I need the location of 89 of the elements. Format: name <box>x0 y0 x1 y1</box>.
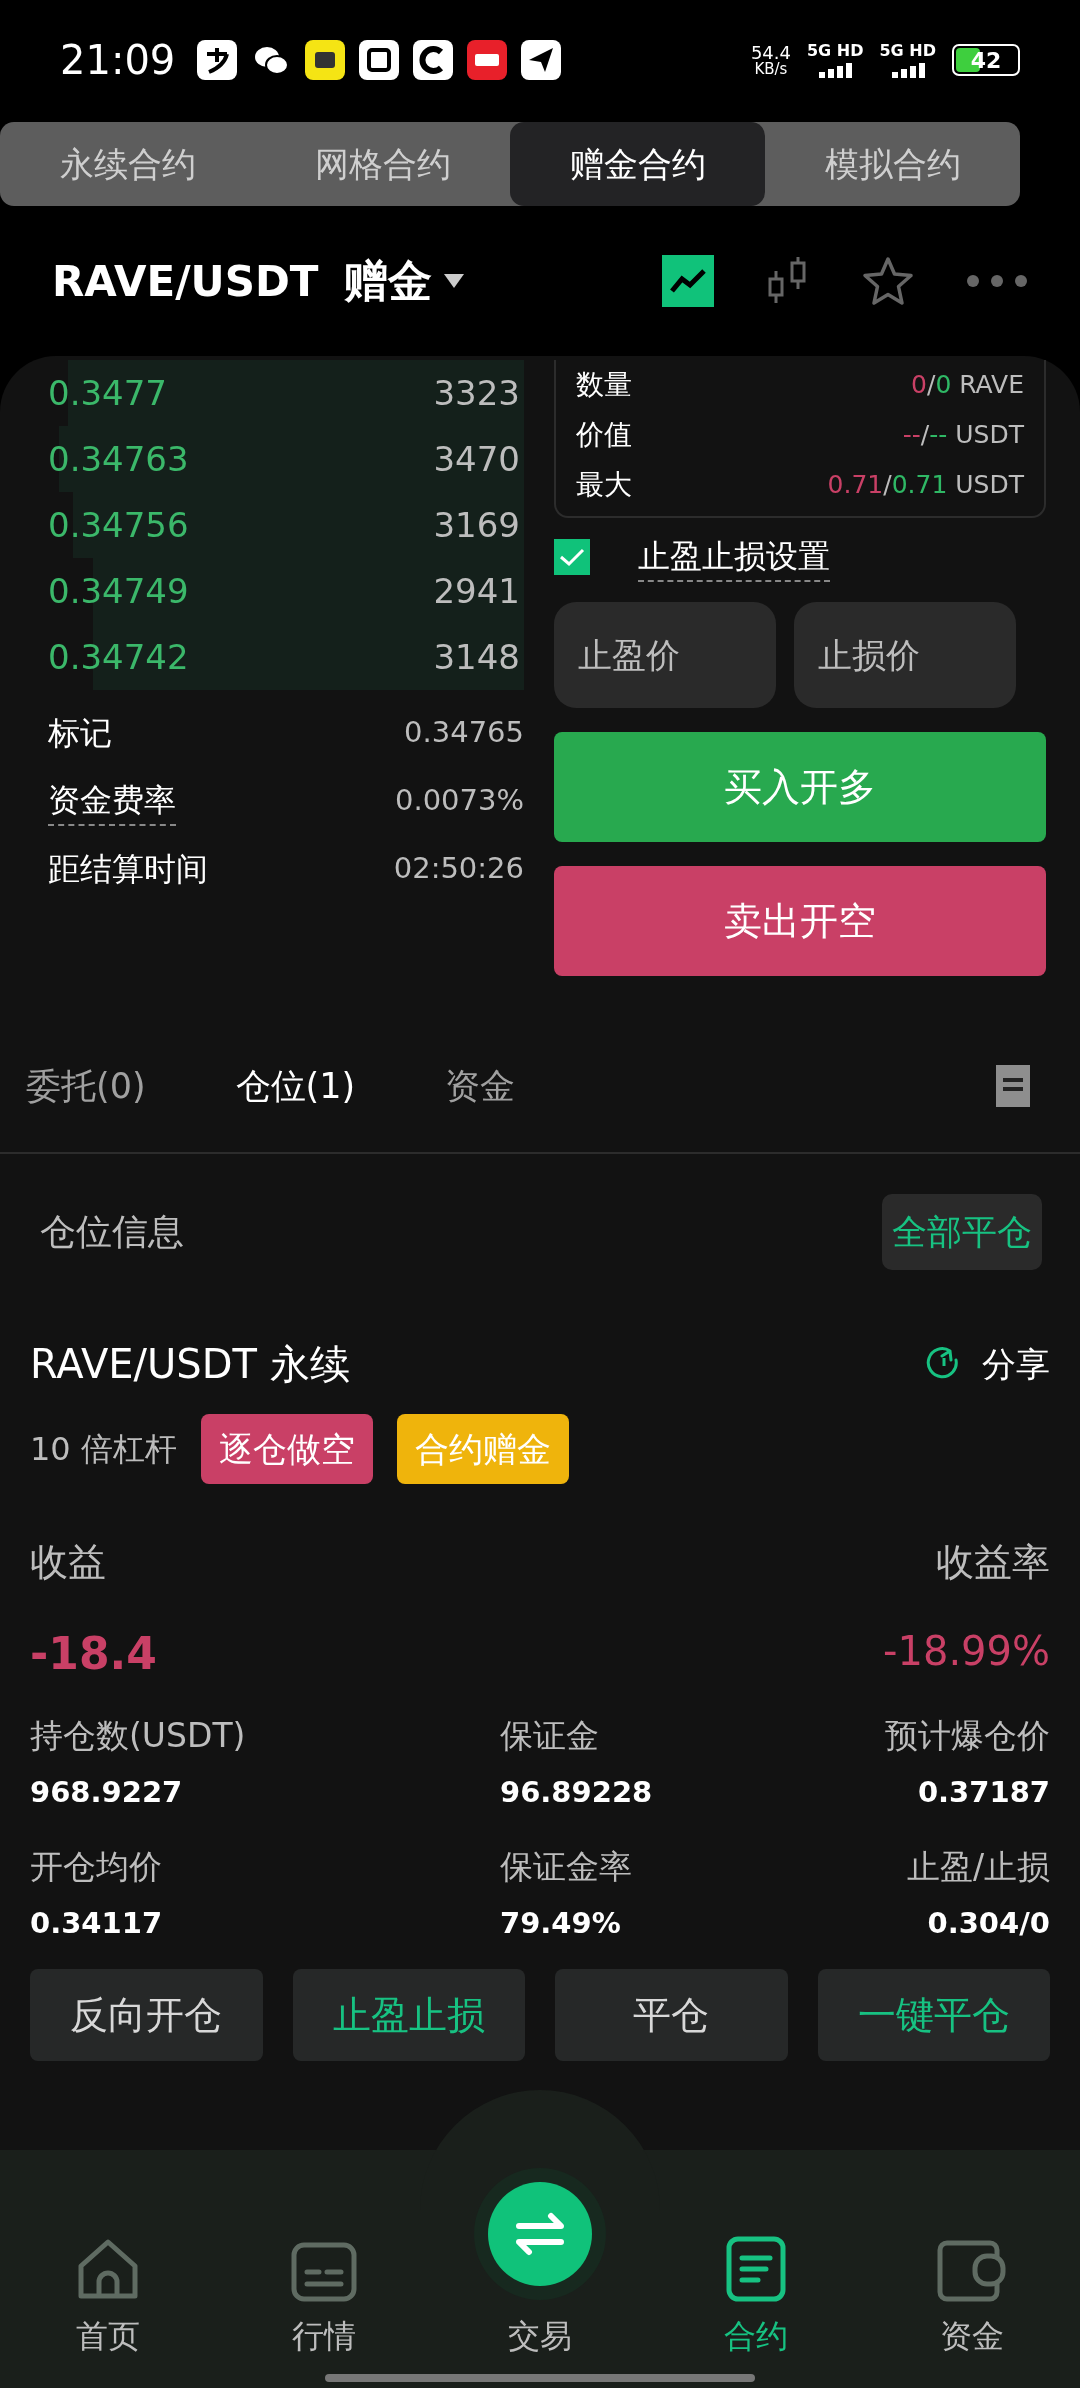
summary-label: 价值 <box>576 417 632 453</box>
position-action-button[interactable]: 反向开仓 <box>30 1969 263 2061</box>
bid-price: 0.34749 <box>47 569 189 613</box>
sell-short-button[interactable]: 卖出开空 <box>554 866 1046 976</box>
network-type: 5G HD <box>806 42 864 59</box>
document-icon[interactable] <box>996 1065 1030 1107</box>
position-action-button[interactable]: 平仓 <box>555 1969 788 2061</box>
stat-value: 968.9227 <box>30 1773 183 1811</box>
leverage-label: 10 倍杠杆 <box>30 1429 177 1470</box>
store-app-icon <box>359 40 400 80</box>
bid-price: 0.3477 <box>47 371 167 415</box>
payment-app-icon <box>197 40 238 80</box>
stat-label: 预计爆仓价 <box>885 1715 1050 1757</box>
nav-tab[interactable]: 首页 <box>76 2312 140 2360</box>
clock: 21:09 <box>60 36 176 85</box>
info-value: 0.34765 <box>404 714 524 752</box>
info-label: 标记 <box>48 713 112 754</box>
summary-value: 0/0 RAVE <box>911 369 1024 402</box>
network-speed: 54.4 <box>750 43 791 62</box>
position-action-button[interactable]: 止盈止损 <box>292 1969 525 2061</box>
finance-app-icon <box>413 40 454 80</box>
tpsl-label: 止盈止损设置 <box>638 532 830 582</box>
pnl-label: 收益 <box>30 1539 106 1586</box>
summary-label: 数量 <box>576 367 632 403</box>
send-app-icon <box>521 40 562 80</box>
sneaker-app-icon <box>467 40 508 80</box>
stat-value: 96.89228 <box>500 1773 653 1811</box>
info-value: 02:50:26 <box>393 850 524 888</box>
summary-value: 0.71/0.71 USDT <box>827 469 1024 502</box>
stop-loss-field[interactable]: 止损价 <box>794 602 1016 708</box>
position-tag: 逐仓做空 <box>200 1414 373 1484</box>
checkbox[interactable] <box>554 539 590 575</box>
take-profit-field[interactable]: 止盈价 <box>554 602 776 708</box>
close-all-button[interactable]: 全部平仓 <box>882 1194 1042 1270</box>
swap-icon <box>513 2212 567 2256</box>
stat-value: 79.49% <box>500 1904 621 1942</box>
share-button[interactable]: 分享 <box>926 1338 1050 1390</box>
star-icon[interactable] <box>862 256 914 306</box>
summary-label: 最大 <box>576 467 632 503</box>
bid-price: 0.34742 <box>47 635 189 679</box>
nav-tab[interactable]: 行情 <box>292 2312 356 2360</box>
position-tag: 合约赠金 <box>396 1414 569 1484</box>
speed-unit: KB/s <box>754 61 788 77</box>
nav-tab[interactable]: 合约 <box>724 2312 788 2360</box>
contract-tab[interactable]: 模拟合约 <box>765 122 1020 206</box>
bid-price: 0.34763 <box>47 437 189 481</box>
section-title: 仓位信息 <box>40 1210 184 1254</box>
shopping-app-icon <box>305 40 346 80</box>
stat-label: 持仓数(USDT) <box>30 1715 246 1757</box>
nav-tab[interactable]: 交易 <box>508 2312 572 2360</box>
info-label: 距结算时间 <box>48 849 208 890</box>
bid-price: 0.34756 <box>47 503 189 547</box>
pair-title: RAVE/USDT <box>52 255 319 308</box>
info-value: 0.0073% <box>394 782 524 820</box>
stat-value: 0.304/0 <box>927 1904 1050 1942</box>
wallet-icon <box>937 2240 1007 2302</box>
position-action-button[interactable]: 一键平仓 <box>817 1969 1050 2061</box>
list-tab[interactable]: 委托(0) <box>26 1059 146 1113</box>
info-label: 资金费率 <box>48 776 176 826</box>
more-icon[interactable] <box>966 274 1028 288</box>
mode-dropdown[interactable]: 赠金 <box>344 248 465 314</box>
bid-amount: 3169 <box>433 503 521 547</box>
contract-tab[interactable]: 网格合约 <box>255 122 510 206</box>
chart-card-icon <box>291 2242 357 2302</box>
list-tab[interactable]: 资金 <box>445 1059 516 1113</box>
pnl-value: -18.4 <box>30 1627 157 1681</box>
bid-amount: 3323 <box>433 371 521 415</box>
stat-label: 保证金率 <box>500 1846 632 1888</box>
document-icon <box>726 2236 786 2302</box>
position-title: RAVE/USDT 永续 <box>30 1340 350 1389</box>
stat-label: 保证金 <box>500 1715 599 1757</box>
contract-tab[interactable]: 赠金合约 <box>510 122 765 206</box>
caret-icon <box>444 274 465 288</box>
contract-tab[interactable]: 永续合约 <box>0 122 255 206</box>
line-chart-icon[interactable] <box>662 255 714 307</box>
pnl-rate-label: 收益率 <box>936 1539 1050 1586</box>
check-icon <box>559 547 585 567</box>
bid-amount: 2941 <box>433 569 521 613</box>
bid-amount: 3470 <box>433 437 521 481</box>
stat-value: 0.37187 <box>917 1773 1050 1811</box>
stat-label: 开仓均价 <box>30 1846 162 1888</box>
stat-label: 止盈/止损 <box>906 1846 1050 1888</box>
stat-value: 0.34117 <box>30 1904 163 1942</box>
pnl-rate-value: -18.99% <box>883 1627 1050 1676</box>
nav-tab[interactable]: 资金 <box>940 2312 1004 2360</box>
list-tab[interactable]: 仓位(1) <box>235 1059 356 1113</box>
bid-amount: 3148 <box>433 635 521 679</box>
summary-value: --/-- USDT <box>902 419 1024 452</box>
network-type: 5G HD <box>879 42 936 59</box>
